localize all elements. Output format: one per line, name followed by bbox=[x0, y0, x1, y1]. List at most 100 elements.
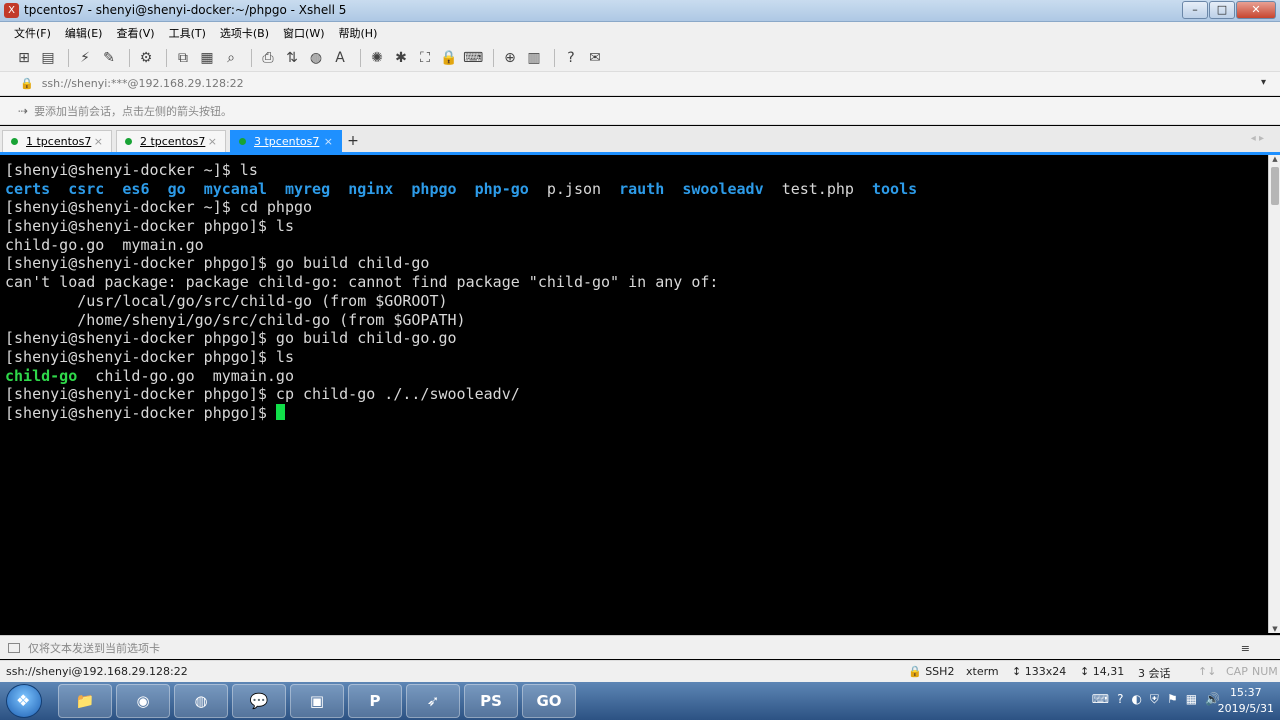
tab-label: 3 tpcentos7 bbox=[254, 135, 320, 148]
terminal-text: p.json bbox=[546, 179, 602, 198]
maximize-button[interactable]: □ bbox=[1209, 1, 1235, 19]
terminal-text: [shenyi@shenyi-docker phpgo]$ ls bbox=[5, 347, 294, 366]
editor-icon[interactable]: ▣ bbox=[290, 684, 344, 718]
ls-directory-entry: swooleadv bbox=[682, 179, 764, 198]
tab-close-icon[interactable]: × bbox=[208, 135, 217, 148]
tray-network-icon[interactable]: ▦ bbox=[1186, 692, 1197, 707]
window-title: tpcentos7 - shenyi@shenyi-docker:~/phpgo… bbox=[24, 3, 347, 17]
connected-status-icon bbox=[239, 138, 246, 145]
tray-flag-icon[interactable]: ⚑ bbox=[1167, 692, 1178, 707]
new-session-icon[interactable]: ⊞ bbox=[14, 48, 34, 68]
connected-status-icon bbox=[11, 138, 18, 145]
globe-icon[interactable]: ◍ bbox=[306, 48, 326, 68]
ls-directory-entry: phpgo bbox=[411, 179, 457, 198]
tray-qq-icon[interactable]: ◐ bbox=[1131, 692, 1141, 707]
status-arrows-icon: ↑↓ bbox=[1198, 665, 1217, 678]
xshell-task-icon[interactable]: ➶ bbox=[406, 684, 460, 718]
scroll-down-icon[interactable]: ▼ bbox=[1269, 625, 1280, 633]
terminal-output[interactable]: [shenyi@shenyi-docker ~]$ ls certs csrc e… bbox=[0, 159, 1268, 633]
paste-icon[interactable]: ▦ bbox=[197, 48, 217, 68]
properties-icon[interactable]: ⚙ bbox=[136, 48, 156, 68]
terminal-line: child-go.go mymain.go bbox=[5, 236, 1263, 255]
disconnect-icon[interactable]: ✎ bbox=[99, 48, 119, 68]
compose-menu-icon[interactable]: ≡ bbox=[1241, 642, 1250, 655]
address-bar[interactable]: 🔒 ssh://shenyi:***@192.168.29.128:22 ▾ bbox=[0, 72, 1280, 96]
xmanager-icon[interactable]: ✱ bbox=[391, 48, 411, 68]
taskbar-clock[interactable]: 15:37 2019/5/31 bbox=[1218, 685, 1274, 717]
menu-help[interactable]: 帮助(H) bbox=[339, 25, 378, 41]
ls-directory-entry: go bbox=[167, 179, 186, 198]
layout-icon[interactable]: ▥ bbox=[524, 48, 544, 68]
minimize-button[interactable]: – bbox=[1182, 1, 1208, 19]
explorer-icon[interactable]: 📁 bbox=[58, 684, 112, 718]
clock-date: 2019/5/31 bbox=[1217, 702, 1274, 715]
address-text[interactable]: ssh://shenyi:***@192.168.29.128:22 bbox=[42, 77, 244, 90]
close-button[interactable]: ✕ bbox=[1236, 1, 1276, 19]
terminal-text: [shenyi@shenyi-docker ~]$ ls bbox=[5, 161, 258, 179]
open-folder-icon[interactable]: ▤ bbox=[38, 48, 58, 68]
chat-icon[interactable]: ✉ bbox=[585, 48, 605, 68]
compose-bar[interactable]: 仅将文本发送到当前选项卡 ≡ bbox=[0, 635, 1280, 659]
tab-scroll-arrows-icon[interactable]: ◂ ▸ bbox=[1251, 133, 1264, 144]
add-tab-button[interactable]: + bbox=[344, 132, 362, 150]
terminal-line: certs csrc es6 go mycanal myreg nginx ph… bbox=[5, 180, 1263, 199]
menu-edit[interactable]: 编辑(E) bbox=[65, 25, 103, 41]
powerpoint-icon[interactable]: P bbox=[348, 684, 402, 718]
tab-close-icon[interactable]: × bbox=[94, 135, 103, 148]
status-term: xterm bbox=[966, 665, 999, 678]
goland-icon[interactable]: GO bbox=[522, 684, 576, 718]
xftp-icon[interactable]: ✺ bbox=[367, 48, 387, 68]
phpstorm-icon[interactable]: PS bbox=[464, 684, 518, 718]
wechat-icon[interactable]: 💬 bbox=[232, 684, 286, 718]
ls-directory-entry: php-go bbox=[474, 179, 529, 198]
tab-session-3[interactable]: 3 tpcentos7 × bbox=[230, 130, 342, 152]
menu-window[interactable]: 窗口(W) bbox=[283, 25, 324, 41]
scroll-up-icon[interactable]: ▲ bbox=[1269, 155, 1280, 163]
help-icon[interactable]: ? bbox=[561, 48, 581, 68]
terminal-text: [shenyi@shenyi-docker phpgo]$ cp child-g… bbox=[5, 385, 520, 404]
hint-bar: ⇢ 要添加当前会话，点击左侧的箭头按钮。 bbox=[0, 97, 1280, 125]
bookmark-arrow-icon[interactable]: ⇢ bbox=[18, 104, 28, 118]
terminal-scrollbar[interactable]: ▲ ▼ bbox=[1268, 155, 1280, 633]
toolbar-divider bbox=[493, 48, 494, 67]
terminal-text: child-go.go mymain.go bbox=[5, 235, 204, 254]
menu-view[interactable]: 查看(V) bbox=[116, 25, 154, 41]
tray-help-icon[interactable]: ? bbox=[1117, 692, 1123, 707]
tab-label: 1 tpcentos7 bbox=[26, 135, 92, 148]
menu-tools[interactable]: 工具(T) bbox=[169, 25, 206, 41]
lock-icon[interactable]: 🔒 bbox=[439, 48, 459, 68]
chrome-icon[interactable]: ◉ bbox=[116, 684, 170, 718]
address-dropdown-icon[interactable]: ▾ bbox=[1261, 77, 1266, 88]
scrollbar-thumb[interactable] bbox=[1271, 167, 1279, 205]
reconnect-icon[interactable]: ⚡ bbox=[75, 48, 95, 68]
status-size: ↕ 133x24 bbox=[1012, 665, 1067, 678]
transfer-icon[interactable]: ⇅ bbox=[282, 48, 302, 68]
terminal-line: [shenyi@shenyi-docker phpgo]$ go build c… bbox=[5, 329, 1263, 348]
font-icon[interactable]: A bbox=[330, 48, 350, 68]
terminal-text: test.php bbox=[781, 179, 854, 198]
menu-file[interactable]: 文件(F) bbox=[14, 25, 51, 41]
copy-icon[interactable]: ⧉ bbox=[173, 48, 193, 68]
add-tab-icon[interactable]: ⊕ bbox=[500, 48, 520, 68]
start-button[interactable] bbox=[6, 684, 42, 718]
menu-tab[interactable]: 选项卡(B) bbox=[220, 25, 269, 41]
terminal-line: /home/shenyi/go/src/child-go (from $GOPA… bbox=[5, 311, 1263, 330]
ls-executable-entry: child-go bbox=[5, 366, 78, 385]
fullscreen-icon[interactable]: ⛶ bbox=[415, 48, 435, 68]
tab-close-icon[interactable]: × bbox=[324, 135, 333, 148]
xshell-app-icon: X bbox=[4, 3, 19, 18]
browser-icon[interactable]: ◍ bbox=[174, 684, 228, 718]
tab-session-2[interactable]: 2 tpcentos7 × bbox=[116, 130, 226, 152]
find-icon[interactable]: ⌕ bbox=[221, 48, 241, 68]
keyboard-icon[interactable]: ⌨ bbox=[463, 48, 483, 68]
toolbar-divider bbox=[68, 48, 69, 67]
tray-shield-icon[interactable]: ⛨ bbox=[1150, 692, 1159, 707]
print-icon[interactable]: ⎙ bbox=[258, 48, 278, 68]
tab-session-1[interactable]: 1 tpcentos7 × bbox=[2, 130, 112, 152]
tray-keyboard-icon[interactable]: ⌨ bbox=[1092, 692, 1109, 707]
